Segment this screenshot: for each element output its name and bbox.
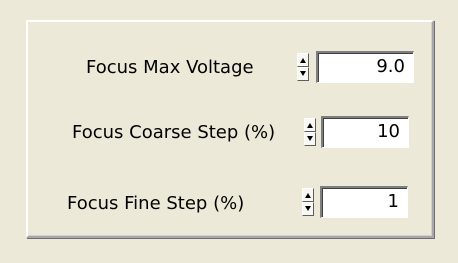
focus-max-voltage-input[interactable]: 9.0 [316,51,414,83]
decrement-arrow-icon[interactable] [304,132,316,146]
focus-coarse-step-input[interactable]: 10 [321,116,409,148]
focus-coarse-step-spinner[interactable] [304,118,316,146]
decrement-arrow-icon[interactable] [302,202,314,216]
increment-arrow-icon[interactable] [302,188,314,202]
focus-max-voltage-spinner[interactable] [297,53,309,81]
focus-fine-step-label: Focus Fine Step (%) [67,193,245,214]
focus-fine-step-spinner[interactable] [302,188,314,216]
focus-fine-step-input[interactable]: 1 [320,186,408,218]
increment-arrow-icon[interactable] [304,118,316,132]
focus-coarse-step-label: Focus Coarse Step (%) [72,122,276,143]
decrement-arrow-icon[interactable] [297,67,309,81]
focus-max-voltage-label: Focus Max Voltage [86,57,254,78]
increment-arrow-icon[interactable] [297,53,309,67]
